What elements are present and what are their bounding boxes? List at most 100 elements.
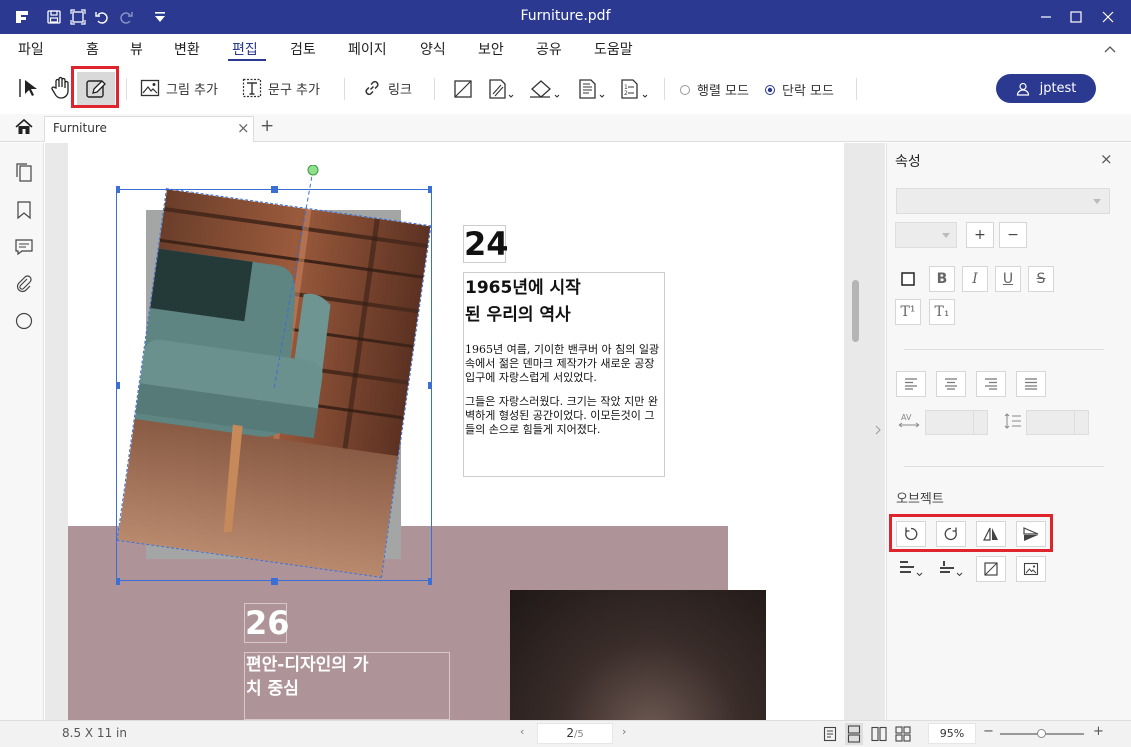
menu-share[interactable]: 공유	[536, 39, 562, 59]
strikethrough-button[interactable]: S	[1028, 266, 1054, 292]
toolbar-separator	[344, 78, 345, 100]
menu-home[interactable]: 홈	[86, 39, 99, 59]
distribute-objects-button[interactable]	[936, 557, 966, 581]
text-block-26[interactable]: 편안-디자인의 가 치 중심	[244, 652, 450, 720]
crop-icon	[454, 80, 472, 98]
current-page: 2	[566, 726, 574, 740]
zoom-level-field[interactable]: 95%	[928, 723, 976, 744]
tab-furniture[interactable]: Furniture ×	[44, 116, 254, 142]
superscript-button[interactable]: T¹	[895, 299, 921, 325]
heading-24-line2: 된 우리의 역사	[465, 305, 571, 325]
menu-review[interactable]: 검토	[290, 39, 316, 59]
replace-image-button[interactable]	[1016, 556, 1046, 582]
tab-label: Furniture	[53, 121, 107, 135]
expand-right-panel-icon[interactable]	[875, 425, 881, 435]
menu-file[interactable]: 파일	[18, 39, 44, 59]
select-tool[interactable]	[18, 76, 40, 100]
zoom-slider-handle[interactable]	[1037, 729, 1046, 738]
pages-thumbnail-icon[interactable]	[14, 163, 34, 183]
tab-close-button[interactable]: ×	[237, 119, 250, 137]
crop-button[interactable]	[452, 78, 474, 100]
vertical-scrollbar-thumb[interactable]	[852, 280, 859, 342]
menu-edit[interactable]: 편집	[232, 39, 258, 59]
active-menu-indicator	[228, 59, 266, 61]
search-panel-icon[interactable]	[14, 311, 34, 331]
header-footer-button[interactable]	[576, 78, 610, 100]
properties-close-button[interactable]: ×	[1100, 150, 1113, 168]
maximize-button[interactable]	[1060, 0, 1092, 34]
font-color-button[interactable]	[895, 266, 921, 292]
menu-view[interactable]: 뷰	[130, 39, 143, 59]
add-image-button[interactable]: 그림 추가	[140, 78, 218, 98]
chevron-down-icon	[942, 233, 950, 238]
zoom-out-button[interactable]: −	[983, 724, 994, 739]
hand-tool[interactable]	[50, 76, 72, 100]
watermark-button[interactable]	[486, 78, 514, 100]
total-pages: /5	[573, 729, 584, 740]
close-window-button[interactable]	[1092, 0, 1124, 34]
zoom-in-button[interactable]: +	[1093, 724, 1104, 739]
paragraph-mode-radio[interactable]: 단락 모드	[764, 80, 834, 99]
section-number-26[interactable]: 26	[244, 603, 290, 643]
menu-page[interactable]: 페이지	[348, 39, 387, 59]
user-account-button[interactable]: jptest	[996, 74, 1096, 103]
single-page-view-icon[interactable]	[823, 726, 837, 742]
italic-button[interactable]: I	[962, 266, 988, 292]
char-spacing-input[interactable]	[925, 410, 988, 435]
font-family-select[interactable]	[896, 188, 1110, 214]
text-block-24[interactable]: 1965년에 시작 된 우리의 역사 1965년 여름, 기이한 밴쿠버 아 침…	[463, 272, 665, 477]
line-mode-label: 행렬 모드	[697, 84, 749, 99]
collapse-ribbon-icon[interactable]	[1104, 44, 1116, 54]
char-spacing-icon: AV	[897, 412, 921, 430]
bold-button[interactable]: B	[929, 266, 955, 292]
menu-security[interactable]: 보안	[478, 39, 504, 59]
add-tab-button[interactable]: +	[260, 116, 274, 136]
section-number-24[interactable]: 24	[463, 225, 509, 263]
status-bar: 8.5 X 11 in ‹ 2/5 › 95% − +	[0, 720, 1131, 747]
menu-help[interactable]: 도움말	[594, 39, 633, 59]
add-text-button[interactable]: 문구 추가	[242, 78, 320, 98]
align-justify-icon	[1025, 378, 1037, 390]
radio-on-icon	[765, 84, 775, 95]
align-right-button[interactable]	[976, 371, 1006, 397]
next-page-button[interactable]: ›	[622, 725, 626, 738]
selection-handles[interactable]	[116, 165, 432, 585]
home-icon[interactable]	[14, 118, 34, 136]
text-box-icon	[242, 78, 262, 98]
minimize-button[interactable]	[1030, 0, 1062, 34]
menu-form[interactable]: 양식	[420, 39, 446, 59]
font-size-decrease-button[interactable]: −	[999, 222, 1027, 248]
align-objects-button[interactable]	[896, 557, 926, 581]
page-number-field[interactable]: 2/5	[537, 723, 613, 744]
image-icon	[140, 79, 160, 97]
page-size-label: 8.5 X 11 in	[62, 726, 127, 740]
two-page-view-icon[interactable]	[871, 726, 887, 742]
attachment-icon[interactable]	[14, 274, 34, 294]
align-right-icon	[985, 378, 997, 390]
link-button[interactable]: 링크	[362, 78, 412, 98]
menu-convert[interactable]: 변환	[174, 39, 200, 59]
bates-number-button[interactable]: 12	[618, 78, 652, 100]
font-size-select[interactable]	[895, 222, 957, 248]
font-size-increase-button[interactable]: +	[966, 222, 994, 248]
subscript-button[interactable]: T₁	[929, 299, 955, 325]
panel-divider	[904, 466, 1104, 467]
dark-interior-photo[interactable]	[510, 590, 766, 720]
comment-icon[interactable]	[14, 237, 34, 257]
align-left-button[interactable]	[896, 371, 926, 397]
line-spacing-input[interactable]	[1026, 410, 1089, 435]
continuous-view-icon[interactable]	[845, 723, 863, 745]
bookmark-icon[interactable]	[14, 200, 34, 220]
underline-button[interactable]: U	[995, 266, 1021, 292]
object-section-label: 오브젝트	[896, 492, 944, 507]
grid-view-icon[interactable]	[895, 726, 911, 742]
align-center-button[interactable]	[936, 371, 966, 397]
menu-bar: 파일 홈 뷰 변환 편집 검토 페이지 양식 보안 공유 도움말	[0, 34, 1131, 64]
background-button[interactable]	[528, 78, 562, 100]
resize-handle	[116, 382, 120, 389]
prev-page-button[interactable]: ‹	[520, 725, 524, 738]
color-swatch-icon	[901, 272, 915, 286]
crop-object-button[interactable]	[976, 556, 1006, 582]
line-mode-radio[interactable]: 행렬 모드	[679, 80, 749, 99]
align-justify-button[interactable]	[1016, 371, 1046, 397]
